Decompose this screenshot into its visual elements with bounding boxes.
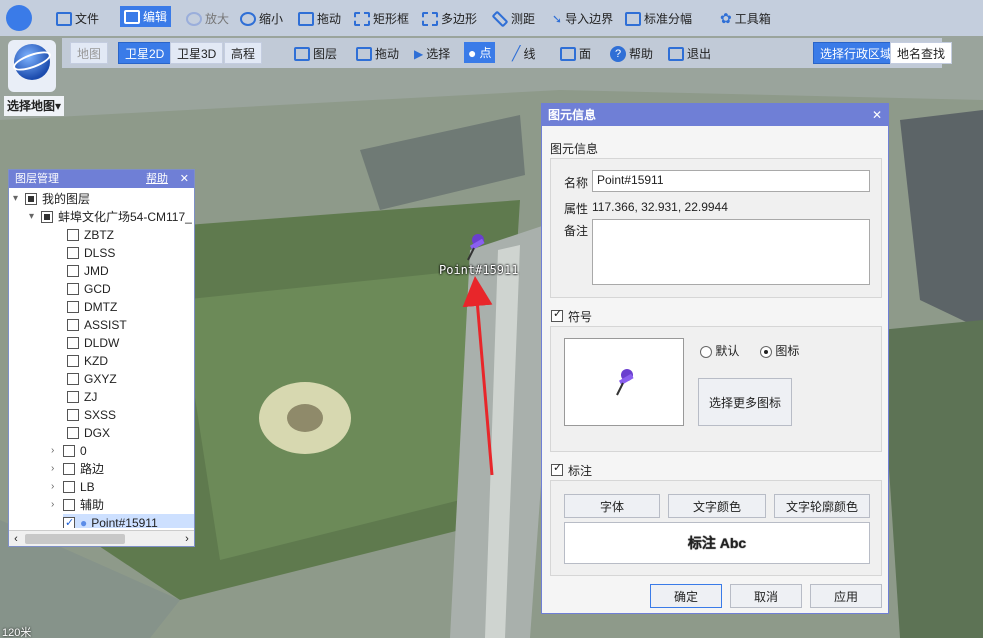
feature-info-dialog: 图元信息 ✕ 图元信息 名称 Point#15911 属性 117.366, 3…: [541, 103, 889, 614]
section-title: 图元信息: [550, 142, 599, 156]
radio-icon[interactable]: 图标: [760, 342, 799, 359]
annotation-checkbox[interactable]: [551, 461, 563, 476]
note-label: 备注: [564, 224, 589, 238]
text-color-button[interactable]: 文字颜色: [668, 494, 766, 518]
name-label: 名称: [564, 176, 589, 190]
note-textarea[interactable]: [592, 219, 870, 285]
font-button[interactable]: 字体: [564, 494, 660, 518]
symbol-preview: [564, 338, 684, 426]
choose-more-icons-button[interactable]: 选择更多图标: [698, 378, 792, 426]
radio-default[interactable]: 默认: [700, 342, 739, 359]
annotation-label: 标注: [568, 464, 593, 478]
pushpin-icon: [616, 369, 634, 396]
attr-value: 117.366, 32.931, 22.9944: [592, 200, 728, 214]
apply-button[interactable]: 应用: [810, 584, 882, 608]
dialog-title-bar: 图元信息 ✕: [542, 104, 888, 126]
attr-label: 属性: [564, 202, 589, 216]
close-icon[interactable]: ✕: [872, 104, 882, 126]
ok-button[interactable]: 确定: [650, 584, 722, 608]
symbol-checkbox[interactable]: [551, 307, 563, 322]
name-input[interactable]: Point#15911: [592, 170, 870, 192]
symbol-label: 符号: [568, 310, 593, 324]
cancel-button[interactable]: 取消: [730, 584, 802, 608]
outline-color-button[interactable]: 文字轮廓颜色: [774, 494, 870, 518]
annotation-preview: 标注 Abc: [564, 522, 870, 564]
